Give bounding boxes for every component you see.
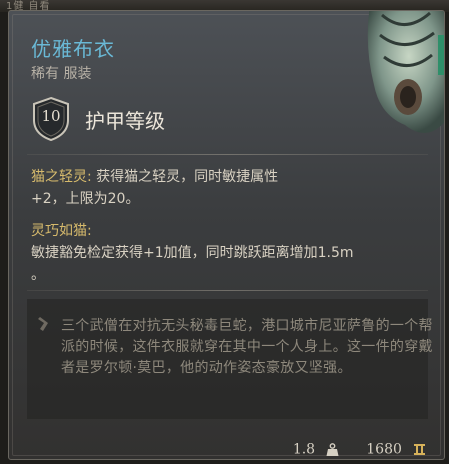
gold-value: 1680 [366, 441, 402, 458]
gold-coin-icon [414, 444, 425, 455]
passive-title: 灵巧如猫: [31, 223, 92, 239]
armor-art [367, 11, 444, 133]
weight-icon [326, 442, 339, 456]
quote-icon [38, 317, 48, 331]
passive-text: 敏捷豁免检定获得+1加值，同时跳跃距离增加1.5m [31, 245, 354, 261]
armor-class-value: 10 [41, 107, 61, 125]
passive-text: 。 [31, 267, 45, 283]
item-description: 三个武僧在对抗无头秘毒巨蛇，港口城市尼亚萨鲁的一个帮派的时候，这件衣服就穿在其中… [61, 318, 433, 376]
passives-section: 猫之轻灵: 获得猫之轻灵，同时敏捷属性 +2，上限为20。 灵巧如猫: 敏捷豁免… [31, 166, 431, 286]
divider [27, 154, 428, 155]
item-rarity-type: 稀有 服装 [31, 66, 92, 82]
passive-text: 获得猫之轻灵，同时敏捷属性 [91, 169, 279, 185]
passive-text: +2，上限为20。 [31, 191, 140, 207]
item-footer: 1.8 1680 [293, 439, 426, 459]
item-name: 优雅布衣 [31, 37, 115, 61]
item-tooltip: 优雅布衣 稀有 服装 10 护甲等级 猫之轻灵: 获得猫之轻灵，同时敏捷属性 +… [8, 10, 445, 460]
divider [27, 290, 428, 291]
armor-class-label: 护甲等级 [85, 109, 165, 133]
passive-1: 猫之轻灵: 获得猫之轻灵，同时敏捷属性 +2，上限为20。 [31, 166, 431, 210]
weight-value: 1.8 [292, 441, 316, 458]
passive-title: 猫之轻灵: [31, 169, 92, 185]
passive-2: 灵巧如猫: 敏捷豁免检定获得+1加值，同时跳跃距离增加1.5m 。 [31, 220, 431, 286]
